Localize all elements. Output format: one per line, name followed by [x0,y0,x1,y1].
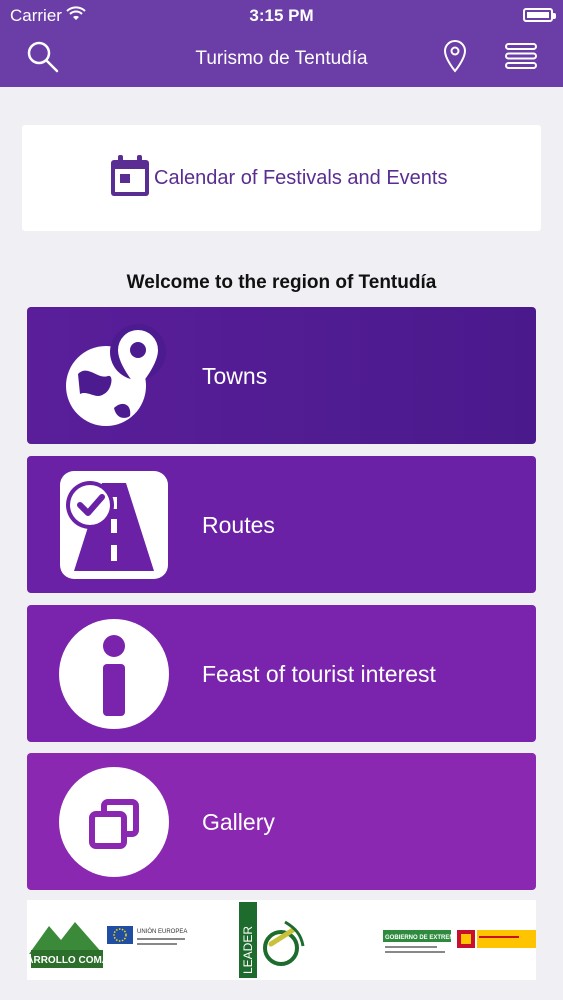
extremadura-logo: GOBIERNO DE EXTREMADURA [383,930,537,953]
info-icon [58,618,170,730]
routes-button[interactable]: Routes [27,456,536,593]
tentudia-logo-text: CENTRO DE DESARROLLO COMARCAL TENTUDÍA [27,953,190,966]
gallery-icon [58,766,170,878]
nav-bar: Turismo de Tentudía [0,30,563,87]
status-bar: Carrier 3:15 PM [0,0,563,30]
battery-icon [523,8,556,22]
feast-label: Feast of tourist interest [202,661,436,687]
globe-pin-icon [58,320,170,432]
towns-button[interactable]: Towns [27,307,536,444]
gallery-button[interactable]: Gallery [27,753,536,890]
eu-logo-text: UNIÓN EUROPEA [137,928,187,935]
calendar-icon [110,155,150,202]
feast-button[interactable]: Feast of tourist interest [27,605,536,742]
clock: 3:15 PM [249,6,314,25]
sponsor-logos: CENTRO DE DESARROLLO COMARCAL TENTUDÍA U… [0,900,537,980]
hamburger-menu-icon[interactable] [505,43,537,74]
calendar-events-button[interactable]: Calendar of Festivals and Events [22,125,541,231]
leader-logo-text: LEADER [241,926,255,974]
app-title: Turismo de Tentudía [195,48,368,69]
leader-logo: LEADER [239,902,305,978]
calendar-label: Calendar of Festivals and Events [154,167,448,189]
towns-label: Towns [202,363,268,389]
routes-label: Routes [202,512,275,538]
road-check-icon [58,469,170,581]
location-pin-icon[interactable] [443,39,467,78]
gallery-label: Gallery [202,809,275,835]
welcome-heading: Welcome to the region of Tentudía [126,272,437,293]
eu-flag-logo: UNIÓN EUROPEA [107,926,187,945]
